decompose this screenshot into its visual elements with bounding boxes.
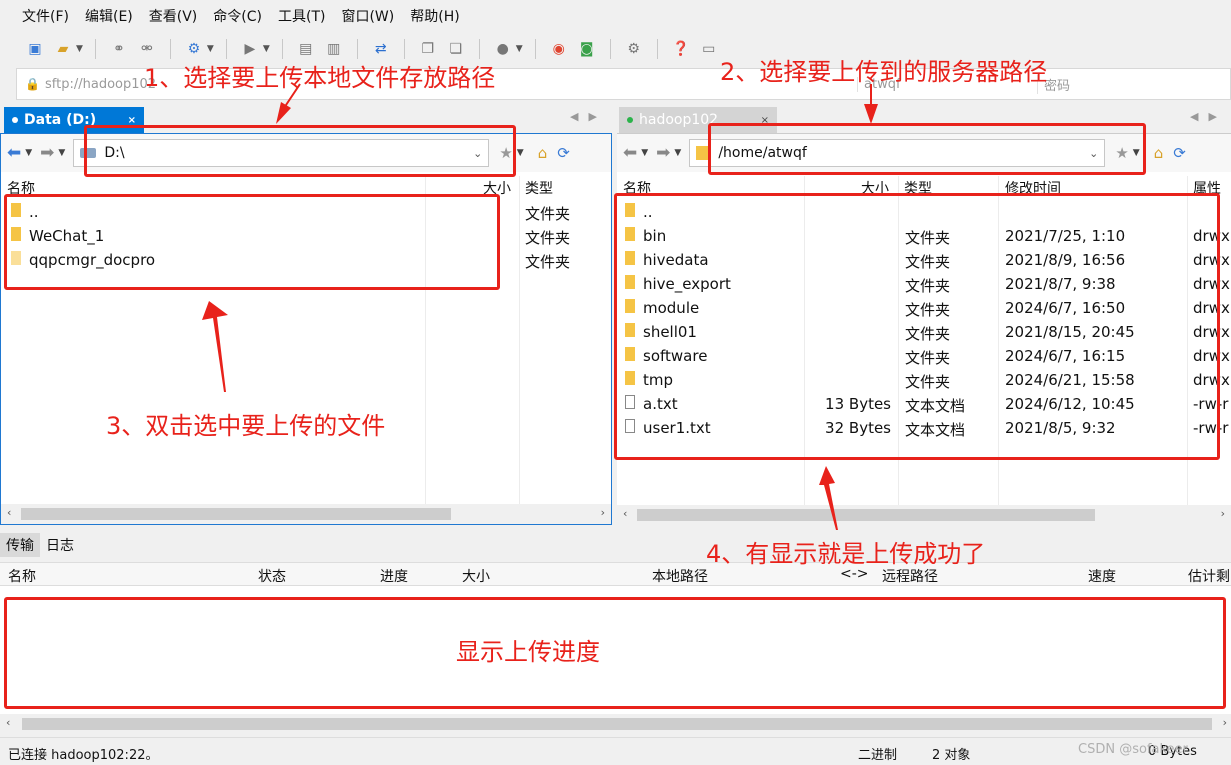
annotation-arrow-1 (276, 83, 301, 124)
winscp-window: 文件(F) 编辑(E) 查看(V) 命令(C) 工具(T) 窗口(W) 帮助(H… (0, 0, 1231, 765)
annotation-arrow-2 (864, 84, 878, 124)
annotation-arrow-4 (819, 466, 838, 530)
annotation-arrow-3 (202, 301, 228, 392)
annotation-arrows (202, 83, 878, 530)
